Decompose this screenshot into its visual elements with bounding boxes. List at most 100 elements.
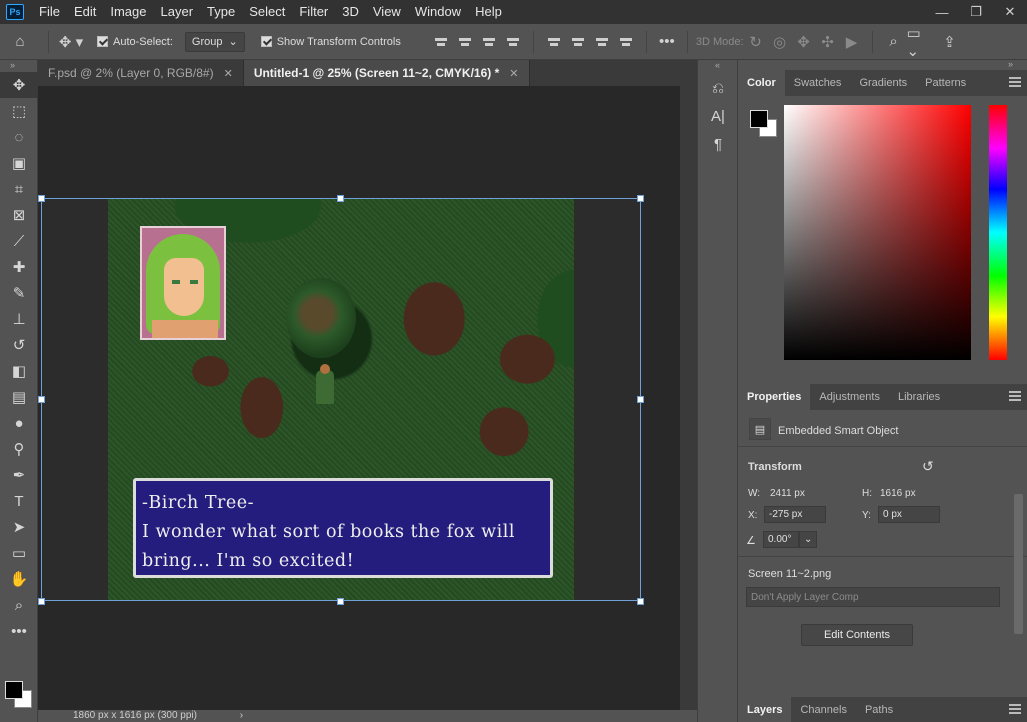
layer-comp-dropdown[interactable]: Don't Apply Layer Comp xyxy=(746,587,1000,607)
reset-transform-icon[interactable]: ↺ xyxy=(922,458,934,475)
menu-image[interactable]: Image xyxy=(103,0,153,24)
close-icon[interactable]: ✕ xyxy=(509,67,518,80)
more-options-icon[interactable]: ••• xyxy=(655,33,679,50)
align-left-icon[interactable] xyxy=(434,35,448,49)
transform-handle-top-left[interactable] xyxy=(38,195,45,202)
pen-tool-icon[interactable]: ✒ xyxy=(0,462,38,488)
foreground-color-swatch[interactable] xyxy=(5,681,23,699)
transform-handle-top-right[interactable] xyxy=(637,195,644,202)
tab-paths[interactable]: Paths xyxy=(856,697,902,722)
tab-f-psd[interactable]: F.psd @ 2% (Layer 0, RGB/8#) ✕ xyxy=(38,60,244,86)
tab-gradients[interactable]: Gradients xyxy=(850,70,916,96)
angle-input[interactable]: 0.00° xyxy=(763,531,799,548)
object-select-tool-icon[interactable]: ▣ xyxy=(0,150,38,176)
zoom-tool-icon[interactable]: ⌕ xyxy=(0,592,38,618)
auto-select-check[interactable] xyxy=(97,36,108,47)
edit-toolbar-icon[interactable]: ••• xyxy=(0,618,38,644)
align-bottom-icon[interactable] xyxy=(595,35,609,49)
align-middle-icon[interactable] xyxy=(571,35,585,49)
healing-brush-tool-icon[interactable]: ✚ xyxy=(0,254,38,280)
menu-type[interactable]: Type xyxy=(200,0,242,24)
character-panel-icon[interactable]: A| xyxy=(698,102,738,130)
transform-controls-check[interactable] xyxy=(260,36,272,47)
type-tool-icon[interactable]: T xyxy=(0,488,38,514)
menu-file[interactable]: File xyxy=(32,0,67,24)
transform-handle-left[interactable] xyxy=(38,396,45,403)
expand-panels-icon[interactable]: « xyxy=(698,60,737,74)
menu-help[interactable]: Help xyxy=(468,0,509,24)
eraser-tool-icon[interactable]: ◧ xyxy=(0,358,38,384)
transform-handle-bottom-right[interactable] xyxy=(637,598,644,605)
brush-tool-icon[interactable]: ✎ xyxy=(0,280,38,306)
properties-scrollbar[interactable] xyxy=(1014,494,1023,634)
dodge-tool-icon[interactable]: ⚲ xyxy=(0,436,38,462)
align-right-icon[interactable] xyxy=(482,35,496,49)
color-foreground-swatch[interactable] xyxy=(750,110,768,128)
menu-layer[interactable]: Layer xyxy=(154,0,201,24)
lasso-tool-icon[interactable]: ◌ xyxy=(0,124,38,150)
workspace-icon[interactable]: ▭ ⌄ xyxy=(907,24,937,60)
tab-channels[interactable]: Channels xyxy=(791,697,855,722)
color-picker-field[interactable] xyxy=(784,105,971,360)
status-arrow-icon[interactable]: › xyxy=(240,710,243,721)
tab-libraries[interactable]: Libraries xyxy=(889,384,949,410)
rectangle-tool-icon[interactable]: ▭ xyxy=(0,540,38,566)
search-icon[interactable]: ⌕ xyxy=(881,33,907,50)
collapse-tools-icon[interactable]: » xyxy=(0,60,37,72)
transform-handle-top[interactable] xyxy=(337,195,344,202)
canvas-vertical-scrollbar[interactable] xyxy=(680,86,697,710)
blur-tool-icon[interactable]: ● xyxy=(0,410,38,436)
show-transform-controls-checkbox[interactable]: Show Transform Controls xyxy=(260,36,401,48)
panel-menu-icon[interactable] xyxy=(1009,77,1021,87)
y-position-input[interactable]: 0 px xyxy=(878,506,940,523)
distribute-vertical-icon[interactable] xyxy=(506,35,520,49)
align-top-icon[interactable] xyxy=(547,35,561,49)
frame-tool-icon[interactable]: ⊠ xyxy=(0,202,38,228)
menu-view[interactable]: View xyxy=(366,0,408,24)
tab-layers[interactable]: Layers xyxy=(738,697,792,722)
menu-3d[interactable]: 3D xyxy=(335,0,366,24)
gradient-tool-icon[interactable]: ▤ xyxy=(0,384,38,410)
menu-edit[interactable]: Edit xyxy=(67,0,103,24)
chevron-down-icon[interactable]: ⌄ xyxy=(799,531,817,548)
menu-select[interactable]: Select xyxy=(242,0,292,24)
panel-menu-icon[interactable] xyxy=(1009,704,1021,714)
tab-patterns[interactable]: Patterns xyxy=(916,70,975,96)
tab-properties[interactable]: Properties xyxy=(738,384,811,410)
tab-untitled-1[interactable]: Untitled-1 @ 25% (Screen 11~2, CMYK/16) … xyxy=(243,60,530,86)
panel-menu-icon[interactable] xyxy=(1009,391,1021,401)
menu-filter[interactable]: Filter xyxy=(292,0,335,24)
auto-select-checkbox[interactable]: Auto-Select: xyxy=(97,36,173,48)
history-brush-tool-icon[interactable]: ↺ xyxy=(0,332,38,358)
transform-handle-bottom[interactable] xyxy=(337,598,344,605)
close-window-button[interactable]: ✕ xyxy=(993,0,1027,24)
move-tool-icon[interactable]: ✥ xyxy=(0,72,38,98)
transform-bounding-box[interactable] xyxy=(41,198,641,601)
hand-tool-icon[interactable]: ✋ xyxy=(0,566,38,592)
collapse-panels-icon[interactable]: » xyxy=(738,60,1027,70)
share-icon[interactable]: ⇪ xyxy=(937,33,963,51)
tab-adjustments[interactable]: Adjustments xyxy=(810,384,889,410)
eyedropper-tool-icon[interactable]: ⟋ xyxy=(0,228,38,254)
menu-window[interactable]: Window xyxy=(408,0,468,24)
align-center-icon[interactable] xyxy=(458,35,472,49)
canvas-area[interactable]: -Birch Tree- I wonder what sort of books… xyxy=(38,86,680,710)
move-tool-preset-icon[interactable]: ✥ ▾ xyxy=(57,33,85,51)
auto-select-dropdown[interactable]: Group ⌄ xyxy=(184,31,245,52)
crop-tool-icon[interactable]: ⌗ xyxy=(0,176,38,202)
transform-handle-right[interactable] xyxy=(637,396,644,403)
marquee-tool-icon[interactable]: ⬚ xyxy=(0,98,38,124)
history-panel-icon[interactable]: ⎌ xyxy=(698,74,738,102)
edit-contents-button[interactable]: Edit Contents xyxy=(801,624,913,646)
hue-slider[interactable] xyxy=(989,105,1007,360)
restore-button[interactable]: ❐ xyxy=(959,0,993,24)
x-position-input[interactable]: -275 px xyxy=(764,506,826,523)
close-icon[interactable]: ✕ xyxy=(224,67,233,80)
minimize-button[interactable]: — xyxy=(925,0,959,24)
tab-swatches[interactable]: Swatches xyxy=(785,70,851,96)
tab-color[interactable]: Color xyxy=(738,70,785,96)
stamp-tool-icon[interactable]: ⊥ xyxy=(0,306,38,332)
home-icon[interactable]: ⌂ xyxy=(0,33,40,50)
distribute-horizontal-icon[interactable] xyxy=(619,35,633,49)
paragraph-panel-icon[interactable]: ¶ xyxy=(698,130,738,158)
